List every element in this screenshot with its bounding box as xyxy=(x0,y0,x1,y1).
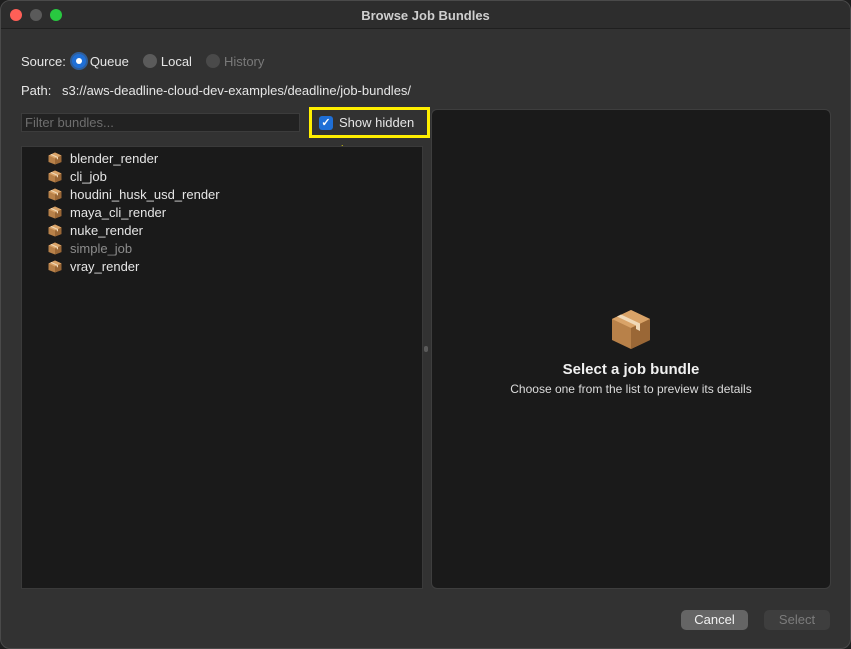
source-selector: Source: Queue Local History xyxy=(21,52,278,70)
source-history-label: History xyxy=(223,53,265,69)
bundle-name: maya_cli_render xyxy=(70,204,167,220)
cancel-button[interactable]: Cancel xyxy=(681,610,748,630)
source-label: Source: xyxy=(21,53,66,69)
title-bar[interactable]: Browse Job Bundles xyxy=(1,1,850,29)
source-queue-label: Queue xyxy=(89,53,129,69)
list-item[interactable]: cli_job xyxy=(48,167,107,185)
package-icon xyxy=(48,188,62,200)
package-icon xyxy=(48,260,62,272)
list-item[interactable]: vray_render xyxy=(48,257,139,275)
list-item[interactable]: blender_render xyxy=(48,149,158,167)
bundle-name: simple_job xyxy=(70,240,133,256)
bundle-name: vray_render xyxy=(70,258,140,274)
show-hidden-checkbox[interactable]: ✓ Show hidden xyxy=(319,115,414,130)
list-item[interactable]: houdini_husk_usd_render xyxy=(48,185,220,203)
path-value: s3://aws-deadline-cloud-dev-examples/dea… xyxy=(62,83,412,98)
source-history-radio: History xyxy=(205,53,265,69)
package-icon xyxy=(48,242,62,254)
list-item[interactable]: nuke_render xyxy=(48,221,143,239)
path-label: Path: xyxy=(21,83,52,98)
bundle-name: houdini_husk_usd_render xyxy=(70,186,220,202)
source-local-label: Local xyxy=(160,53,192,69)
path-row: Path: s3://aws-deadline-cloud-dev-exampl… xyxy=(21,83,411,98)
radio-disabled-icon xyxy=(205,54,220,68)
bundle-name: cli_job xyxy=(70,168,107,184)
preview-title: Select a job bundle xyxy=(562,361,700,378)
splitter-handle[interactable] xyxy=(424,346,428,352)
list-item[interactable]: maya_cli_render xyxy=(48,203,166,221)
package-icon xyxy=(48,170,62,182)
package-icon xyxy=(48,224,62,236)
source-local-radio[interactable]: Local xyxy=(142,53,192,69)
bundle-list[interactable]: blender_render cli_job houdini_husk_usd_re… xyxy=(21,146,423,589)
bundle-name: blender_render xyxy=(70,150,159,166)
browse-job-bundles-dialog: Browse Job Bundles Source: Queue Local H… xyxy=(0,0,851,649)
list-item[interactable]: simple_job xyxy=(48,239,132,257)
package-icon xyxy=(48,152,62,164)
checkmark-icon: ✓ xyxy=(319,115,333,130)
bundle-name: nuke_render xyxy=(70,222,143,238)
preview-subtitle: Choose one from the list to preview its … xyxy=(510,382,752,396)
select-button: Select xyxy=(764,610,830,630)
radio-checked-icon xyxy=(71,54,86,68)
window-title: Browse Job Bundles xyxy=(361,8,490,23)
preview-panel: Select a job bundle Choose one from the … xyxy=(431,109,831,589)
filter-bundles-input[interactable] xyxy=(21,113,300,132)
source-queue-radio[interactable]: Queue xyxy=(71,53,129,69)
package-icon xyxy=(48,206,62,218)
package-icon xyxy=(612,310,650,349)
radio-unchecked-icon xyxy=(142,54,157,68)
show-hidden-label: Show hidden xyxy=(339,115,415,130)
